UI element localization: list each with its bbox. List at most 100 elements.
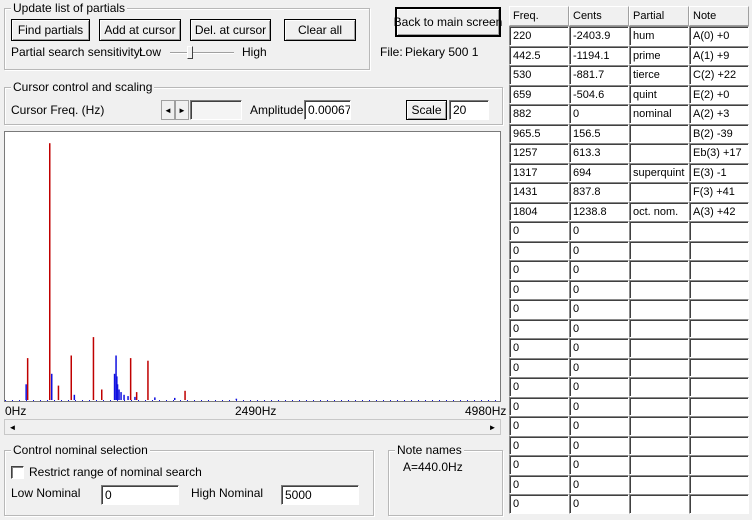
table-cell-partial[interactable]: tierce	[629, 65, 689, 85]
add-at-cursor-button[interactable]: Add at cursor	[99, 19, 181, 41]
table-cell-partial[interactable]: nominal	[629, 104, 689, 124]
table-cell-freq[interactable]: 0	[509, 494, 569, 514]
table-cell-cents[interactable]: 0	[569, 279, 629, 299]
table-cell-partial[interactable]: superquint	[629, 162, 689, 182]
amplitude-field[interactable]: 0.000677	[304, 100, 351, 120]
table-cell-freq[interactable]: 0	[509, 435, 569, 455]
table-cell-note[interactable]	[689, 299, 749, 319]
table-cell-cents[interactable]: 156.5	[569, 123, 629, 143]
slider-thumb[interactable]	[187, 46, 194, 59]
table-cell-freq[interactable]: 1257	[509, 143, 569, 163]
table-cell-freq[interactable]: 0	[509, 416, 569, 436]
table-cell-note[interactable]	[689, 474, 749, 494]
cursor-right-arrow-icon[interactable]: ►	[175, 100, 189, 120]
table-cell-cents[interactable]: 0	[569, 299, 629, 319]
table-cell-partial[interactable]	[629, 455, 689, 475]
table-cell-partial[interactable]	[629, 279, 689, 299]
table-cell-note[interactable]	[689, 377, 749, 397]
cursor-left-arrow-icon[interactable]: ◄	[161, 100, 175, 120]
table-cell-note[interactable]: Eb(3) +17	[689, 143, 749, 163]
table-cell-cents[interactable]: -1194.1	[569, 45, 629, 65]
table-cell-note[interactable]: E(2) +0	[689, 84, 749, 104]
table-cell-partial[interactable]	[629, 123, 689, 143]
scale-button[interactable]: Scale	[406, 100, 447, 120]
table-cell-freq[interactable]: 0	[509, 240, 569, 260]
sensitivity-slider[interactable]	[168, 44, 238, 62]
table-cell-note[interactable]	[689, 338, 749, 358]
table-cell-partial[interactable]	[629, 143, 689, 163]
table-cell-freq[interactable]: 530	[509, 65, 569, 85]
table-cell-partial[interactable]	[629, 396, 689, 416]
column-header-cents[interactable]: Cents	[569, 6, 629, 26]
find-partials-button[interactable]: Find partials	[11, 19, 90, 41]
table-cell-partial[interactable]: prime	[629, 45, 689, 65]
table-cell-cents[interactable]: 0	[569, 240, 629, 260]
high-nominal-field[interactable]: 5000	[281, 485, 359, 505]
table-cell-freq[interactable]: 1804	[509, 201, 569, 221]
table-cell-note[interactable]	[689, 279, 749, 299]
table-cell-note[interactable]	[689, 396, 749, 416]
table-cell-freq[interactable]: 882	[509, 104, 569, 124]
table-cell-freq[interactable]: 0	[509, 338, 569, 358]
column-header-freq[interactable]: Freq.	[509, 6, 569, 26]
back-to-main-button[interactable]: Back to main screen	[394, 7, 502, 37]
table-cell-note[interactable]	[689, 318, 749, 338]
table-cell-partial[interactable]	[629, 494, 689, 514]
table-cell-partial[interactable]	[629, 377, 689, 397]
table-cell-freq[interactable]: 0	[509, 318, 569, 338]
table-cell-cents[interactable]: -2403.9	[569, 26, 629, 46]
table-cell-cents[interactable]: 0	[569, 474, 629, 494]
table-cell-note[interactable]	[689, 221, 749, 241]
table-cell-freq[interactable]: 659	[509, 84, 569, 104]
table-cell-cents[interactable]: 0	[569, 455, 629, 475]
table-cell-partial[interactable]	[629, 318, 689, 338]
scroll-right-arrow-icon[interactable]: ►	[485, 420, 500, 434]
table-cell-cents[interactable]: 0	[569, 494, 629, 514]
table-cell-note[interactable]	[689, 240, 749, 260]
table-cell-note[interactable]: A(1) +9	[689, 45, 749, 65]
del-at-cursor-button[interactable]: Del. at cursor	[190, 19, 271, 41]
table-cell-cents[interactable]: 694	[569, 162, 629, 182]
column-header-note[interactable]: Note	[689, 6, 749, 26]
table-cell-cents[interactable]: 1238.8	[569, 201, 629, 221]
table-cell-cents[interactable]: 0	[569, 396, 629, 416]
table-cell-partial[interactable]: quint	[629, 84, 689, 104]
table-cell-cents[interactable]: -881.7	[569, 65, 629, 85]
table-cell-note[interactable]	[689, 260, 749, 280]
spectrum-scrollbar[interactable]: ◄ ►	[4, 419, 501, 435]
table-cell-freq[interactable]: 1317	[509, 162, 569, 182]
table-cell-note[interactable]: A(3) +42	[689, 201, 749, 221]
table-cell-freq[interactable]: 0	[509, 474, 569, 494]
cursor-freq-field[interactable]	[190, 100, 242, 120]
table-cell-partial[interactable]	[629, 299, 689, 319]
table-cell-partial[interactable]	[629, 240, 689, 260]
table-cell-freq[interactable]: 0	[509, 260, 569, 280]
table-cell-freq[interactable]: 1431	[509, 182, 569, 202]
table-cell-partial[interactable]	[629, 182, 689, 202]
table-cell-freq[interactable]: 220	[509, 26, 569, 46]
table-cell-cents[interactable]: 613.3	[569, 143, 629, 163]
table-cell-cents[interactable]: 0	[569, 435, 629, 455]
spectrum-plot[interactable]	[4, 131, 501, 402]
table-cell-partial[interactable]	[629, 260, 689, 280]
clear-all-button[interactable]: Clear all	[284, 19, 356, 41]
table-cell-note[interactable]: E(3) -1	[689, 162, 749, 182]
table-cell-partial[interactable]	[629, 435, 689, 455]
table-cell-note[interactable]: F(3) +41	[689, 182, 749, 202]
restrict-checkbox[interactable]	[11, 466, 24, 479]
table-cell-note[interactable]	[689, 455, 749, 475]
table-cell-partial[interactable]	[629, 474, 689, 494]
table-cell-note[interactable]	[689, 494, 749, 514]
table-cell-cents[interactable]: 0	[569, 260, 629, 280]
table-cell-cents[interactable]: 0	[569, 104, 629, 124]
table-cell-cents[interactable]: 0	[569, 221, 629, 241]
table-cell-cents[interactable]: 0	[569, 357, 629, 377]
table-cell-freq[interactable]: 965.5	[509, 123, 569, 143]
table-cell-cents[interactable]: 0	[569, 416, 629, 436]
table-cell-partial[interactable]	[629, 416, 689, 436]
table-cell-note[interactable]	[689, 357, 749, 377]
table-cell-note[interactable]	[689, 416, 749, 436]
table-cell-note[interactable]: C(2) +22	[689, 65, 749, 85]
table-cell-cents[interactable]: -504.6	[569, 84, 629, 104]
table-cell-cents[interactable]: 0	[569, 338, 629, 358]
